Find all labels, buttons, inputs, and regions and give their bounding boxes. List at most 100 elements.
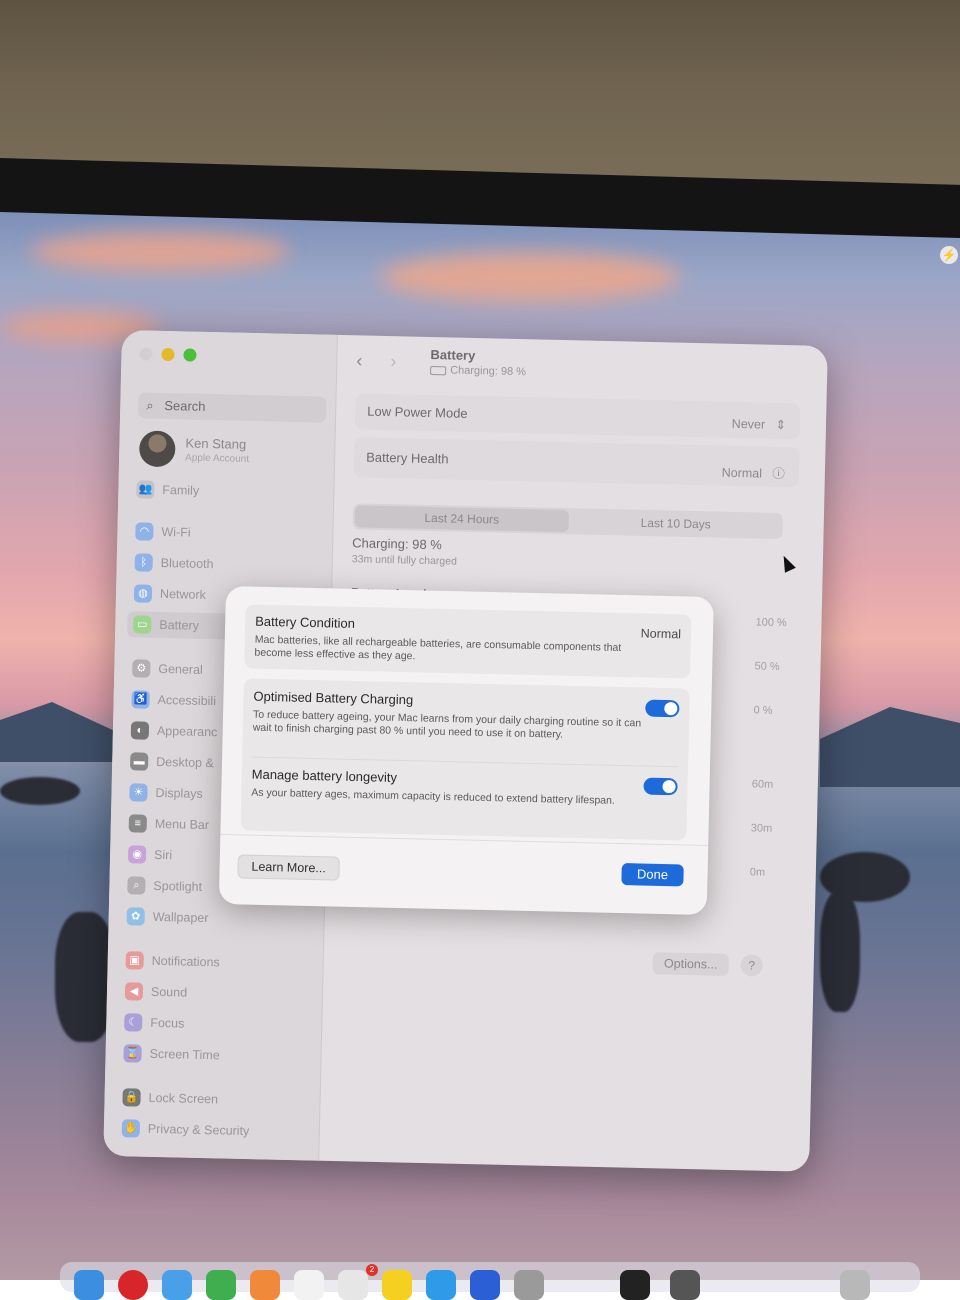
wifi-icon: ◠ — [135, 522, 154, 541]
sidebar-item-label: Siri — [153, 847, 173, 863]
wallpaper-icon: ✿ — [126, 907, 145, 926]
optimised-charging-toggle[interactable] — [645, 699, 680, 718]
spotlight-icon: ⌕ — [127, 876, 146, 895]
sidebar-item-wifi[interactable]: ◠ Wi-Fi — [129, 518, 320, 548]
app-icon-gray[interactable] — [338, 1270, 368, 1300]
charging-subtitle: Charging: 98 % — [450, 364, 527, 379]
avatar — [138, 430, 176, 468]
sidebar-item-label: Accessibili — [157, 692, 217, 709]
sidebar-item-label: Screen Time — [149, 1046, 220, 1063]
search-icon: ⌕ — [146, 397, 154, 413]
sidebar-item-screen-time[interactable]: ⌛ Screen Time — [117, 1040, 308, 1070]
app-icon-red[interactable] — [118, 1270, 148, 1300]
axis-label-level-50: 50 % — [754, 660, 780, 674]
sidebar-item-label: Focus — [150, 1015, 185, 1031]
family-icon: 👥 — [136, 480, 155, 499]
done-button[interactable]: Done — [621, 863, 684, 887]
back-button[interactable]: ‹ — [348, 349, 370, 371]
sidebar-item-family[interactable]: 👥 Family — [130, 476, 321, 506]
battery-health-label: Battery Health — [366, 449, 449, 467]
sidebar-item-label: Network — [159, 586, 207, 602]
search-field[interactable]: ⌕ Search — [137, 392, 327, 423]
notification-badge: 2 — [366, 1264, 378, 1276]
menu-bar-icon: ≡ — [128, 814, 148, 833]
maps-icon[interactable] — [206, 1270, 236, 1300]
toggle-knob — [664, 701, 678, 716]
sidebar-item-label: Battery — [159, 617, 200, 633]
sidebar-item-label: Wi-Fi — [161, 524, 191, 540]
settings-icon[interactable] — [514, 1270, 544, 1300]
sidebar-item-label: General — [158, 661, 203, 677]
axis-label-time-30: 30m — [750, 822, 773, 835]
manage-longevity-description: As your battery ages, maximum capacity i… — [251, 786, 615, 807]
range-segmented-control: Last 24 Hours Last 10 Days — [352, 503, 784, 540]
apple-account[interactable]: Ken Stang Apple Account — [138, 430, 330, 474]
low-power-mode-select[interactable]: Never ⇕ — [732, 416, 787, 432]
minimize-window-button[interactable] — [161, 347, 175, 362]
low-power-mode-value: Never — [731, 416, 766, 432]
sidebar-item-lock-screen[interactable]: 🔒 Lock Screen — [116, 1084, 307, 1114]
toggle-knob — [662, 779, 676, 794]
calendar-icon[interactable] — [294, 1270, 324, 1300]
sidebar-item-label: Wallpaper — [152, 909, 209, 926]
battery-health-row: Battery Health Normal ⓘ — [353, 437, 800, 488]
charging-status: Charging: 98 % — [352, 535, 443, 553]
account-name: Ken Stang — [185, 435, 247, 452]
terminal-icon[interactable] — [620, 1270, 650, 1300]
tab-last-24-hours[interactable]: Last 24 Hours — [354, 505, 570, 533]
notes-icon[interactable] — [382, 1270, 412, 1300]
sidebar-item-label: Spotlight — [153, 878, 203, 894]
manage-longevity-title: Manage battery longevity — [251, 766, 398, 785]
lock-icon: 🔒 — [122, 1088, 141, 1107]
moon-icon: ☾ — [124, 1013, 143, 1032]
tab-last-10-days[interactable]: Last 10 Days — [571, 510, 781, 537]
appearance-icon: ◐ — [130, 721, 150, 740]
sidebar-item-sound[interactable]: ◀ Sound — [119, 978, 310, 1008]
stepper-icon: ⇕ — [775, 417, 787, 433]
manage-longevity-toggle[interactable] — [643, 777, 678, 796]
account-subtitle: Apple Account — [184, 452, 250, 465]
sidebar-item-label: Family — [162, 482, 200, 498]
close-window-button[interactable] — [139, 347, 153, 361]
finder-icon[interactable] — [74, 1270, 104, 1300]
gear-icon: ⚙ — [132, 659, 151, 678]
sidebar-item-label: Displays — [155, 785, 203, 801]
optimised-charging-description: To reduce battery ageing, your Mac learn… — [252, 708, 642, 741]
battery-health-value-wrap: Normal ⓘ — [722, 462, 786, 482]
sidebar-item-wallpaper[interactable]: ✿ Wallpaper — [120, 903, 311, 933]
sidebar-item-notifications[interactable]: ▣ Notifications — [119, 947, 310, 977]
menubar-status-icon[interactable]: ⚡ — [940, 246, 958, 264]
sidebar-item-label: Notifications — [151, 953, 220, 970]
options-button[interactable]: Options... — [652, 952, 730, 976]
learn-more-button[interactable]: Learn More... — [237, 854, 340, 881]
battery-condition-description: Mac batteries, like all rechargeable bat… — [254, 633, 622, 663]
sidebar-item-privacy-security[interactable]: ✋ Privacy & Security — [116, 1115, 307, 1145]
page-title: Battery — [430, 347, 476, 364]
info-icon[interactable]: ⓘ — [772, 467, 785, 481]
photos-icon[interactable] — [250, 1270, 280, 1300]
trash-icon[interactable] — [840, 1270, 870, 1300]
app-store-icon[interactable] — [426, 1270, 456, 1300]
sidebar-item-focus[interactable]: ☾ Focus — [118, 1009, 309, 1039]
battery-status-icon — [430, 365, 447, 375]
globe-icon: ◍ — [133, 584, 153, 603]
battery-condition-value: Normal — [640, 626, 682, 642]
battery-icon: ▭ — [133, 615, 152, 634]
sidebar-item-bluetooth[interactable]: ᛒ Bluetooth — [128, 549, 319, 579]
sidebar-item-label: Desktop & — [156, 754, 215, 771]
sidebar-item-label: Bluetooth — [160, 555, 214, 572]
app-icon-blue[interactable] — [162, 1270, 192, 1300]
axis-label-time-60: 60m — [751, 778, 774, 791]
help-button[interactable]: ? — [740, 954, 763, 977]
sidebar-item-label: Sound — [150, 984, 188, 1000]
app-icon-darkblue[interactable] — [470, 1270, 500, 1300]
app-icon-dark[interactable] — [670, 1270, 700, 1300]
sidebar-item-label: Lock Screen — [148, 1090, 219, 1107]
dock: 2 — [60, 1262, 920, 1300]
forward-button[interactable]: › — [382, 350, 404, 372]
low-power-mode-label: Low Power Mode — [367, 403, 468, 421]
charging-eta: 33m until fully charged — [351, 553, 458, 568]
charging-options-card: Optimised Battery Charging To reduce bat… — [240, 678, 690, 841]
maximize-window-button[interactable] — [183, 348, 197, 362]
siri-icon: ◉ — [127, 845, 147, 864]
